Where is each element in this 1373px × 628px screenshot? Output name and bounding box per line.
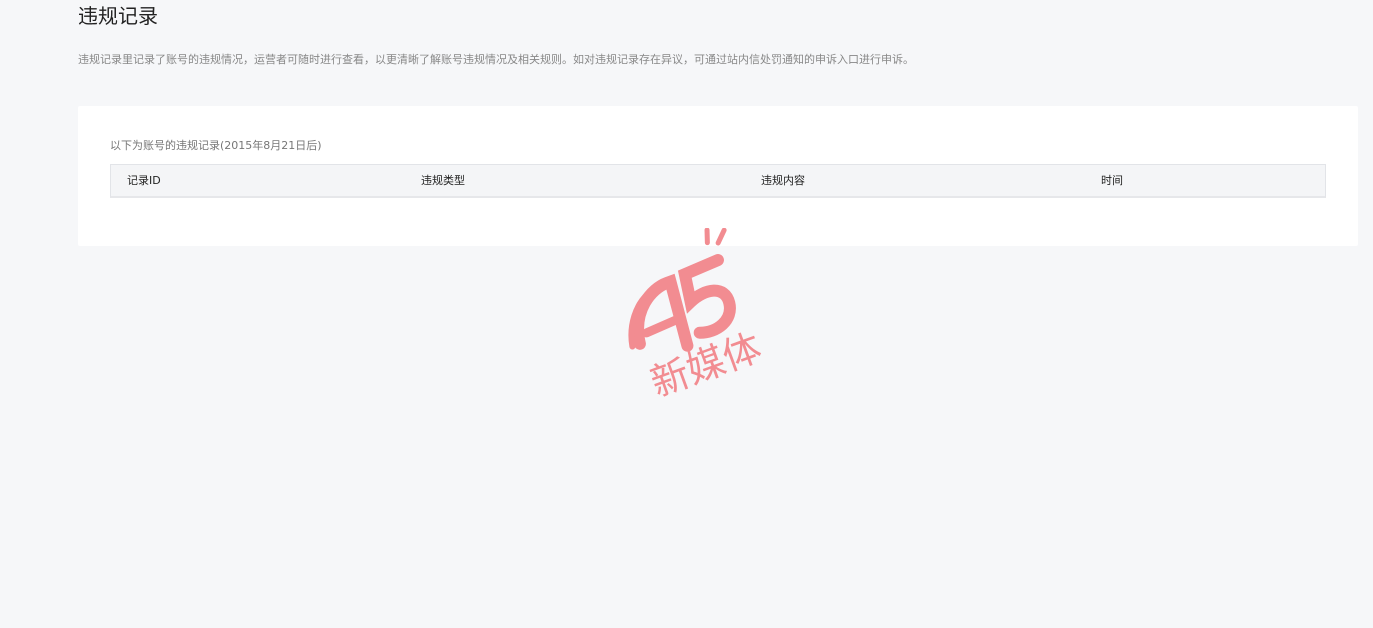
page-description: 违规记录里记录了账号的违规情况，运营者可随时进行查看，以更清晰了解账号违规情况及… xyxy=(78,53,914,66)
column-header-violation-type: 违规类型 xyxy=(421,174,465,187)
violation-records-page: 违规记录 违规记录里记录了账号的违规情况，运营者可随时进行查看，以更清晰了解账号… xyxy=(0,0,1373,628)
records-card: 以下为账号的违规记录(2015年8月21日后) 记录ID 违规类型 违规内容 时… xyxy=(78,106,1358,246)
records-subtitle: 以下为账号的违规记录(2015年8月21日后) xyxy=(110,139,322,152)
column-header-violation-content: 违规内容 xyxy=(761,174,805,187)
page-title: 违规记录 xyxy=(78,4,158,28)
column-header-record-id: 记录ID xyxy=(127,174,161,187)
watermark-text: 新媒体 xyxy=(645,325,767,405)
a5-media-watermark: 新媒体 xyxy=(615,227,795,408)
a5-logo-icon: 新媒体 xyxy=(628,227,767,405)
column-header-time: 时间 xyxy=(1101,174,1123,187)
records-table-header: 记录ID 违规类型 违规内容 时间 xyxy=(110,164,1326,198)
